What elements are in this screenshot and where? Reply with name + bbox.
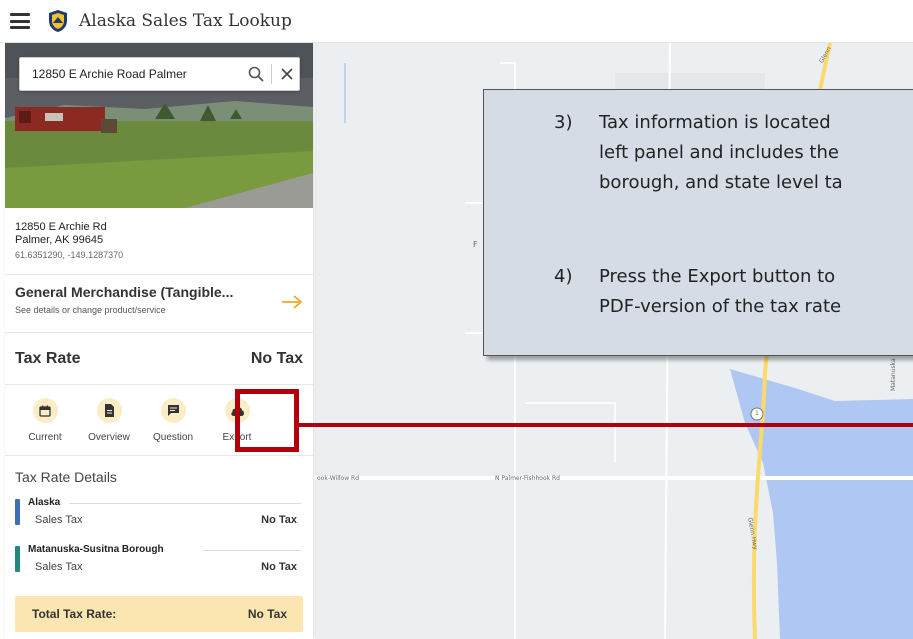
product-selector[interactable]: General Merchandise (Tangible... See det… xyxy=(5,275,313,333)
annotation-connector-line xyxy=(299,423,913,427)
map-label-f: F xyxy=(473,240,478,249)
road-label-willow: ook-Willow Rd xyxy=(317,475,360,482)
step-number: 3) xyxy=(554,112,573,133)
chat-icon xyxy=(160,398,186,423)
address-line-2: Palmer, AK 99645 xyxy=(15,234,104,246)
top-bar: Alaska Sales Tax Lookup xyxy=(0,0,913,43)
overview-button[interactable]: Overview xyxy=(77,385,141,455)
export-label: Export xyxy=(222,432,252,443)
hamburger-menu-icon[interactable] xyxy=(10,13,30,29)
search-icon[interactable] xyxy=(244,62,268,86)
jurisdiction-color-bar xyxy=(15,499,20,525)
alaska-seal-logo-icon xyxy=(49,10,67,32)
cloud-download-icon xyxy=(224,398,250,423)
tax-rate-label: Tax Rate xyxy=(15,349,81,367)
step-text-line: left panel and includes the xyxy=(599,142,839,163)
address-search-input[interactable] xyxy=(20,67,244,81)
jurisdiction-color-bar xyxy=(15,546,20,572)
product-name: General Merchandise (Tangible... xyxy=(15,284,234,300)
address-search-box[interactable] xyxy=(19,57,300,91)
tax-rate-details-heading: Tax Rate Details xyxy=(15,469,117,485)
jurisdiction-tax-value: No Tax xyxy=(261,514,297,526)
jurisdiction-name: Matanuska-Susitna Borough xyxy=(28,544,164,555)
tax-rate-value: No Tax xyxy=(250,349,303,367)
question-button[interactable]: Question xyxy=(141,385,205,455)
road-label-fishhook: N Palmer-Fishhook Rd xyxy=(495,475,560,482)
calendar-icon xyxy=(32,398,58,423)
address-line-1: 12850 E Archie Rd xyxy=(15,221,107,233)
tax-rate-summary: Tax Rate No Tax xyxy=(5,333,313,385)
jurisdiction-tax-value: No Tax xyxy=(261,561,297,573)
address-block: 12850 E Archie Rd Palmer, AK 99645 61.63… xyxy=(5,208,313,275)
step-text-line: Press the Export button to xyxy=(599,266,836,287)
highway-shield-label: 1 xyxy=(755,410,759,417)
address-coordinates: 61.6351290, -149.1287370 xyxy=(15,250,124,260)
overview-label: Overview xyxy=(88,432,130,443)
jurisdiction-tax-label: Sales Tax xyxy=(35,561,83,573)
document-icon xyxy=(96,398,122,423)
jurisdiction-alaska: Alaska Sales Tax No Tax xyxy=(15,496,301,543)
jurisdiction-name: Alaska xyxy=(28,497,61,508)
jurisdiction-matanuska-susitna: Matanuska-Susitna Borough Sales Tax No T… xyxy=(15,543,301,590)
step-text-line: PDF-version of the tax rate xyxy=(599,296,842,317)
app-title: Alaska Sales Tax Lookup xyxy=(79,11,292,31)
question-label: Question xyxy=(152,432,194,443)
jurisdiction-tax-label: Sales Tax xyxy=(35,514,83,526)
export-button[interactable]: Export xyxy=(205,385,269,455)
step-text-line: borough, and state level ta xyxy=(599,172,843,193)
jurisdiction-divider xyxy=(69,503,301,504)
street-view-photo xyxy=(5,43,313,208)
arrow-right-icon[interactable] xyxy=(281,295,303,309)
total-tax-rate-value: No Tax xyxy=(247,607,287,621)
side-panel: 12850 E Archie Rd Palmer, AK 99645 61.63… xyxy=(5,43,313,639)
product-subtitle: See details or change product/service xyxy=(15,305,166,315)
road-local xyxy=(525,402,616,463)
current-label: Current xyxy=(28,432,62,443)
total-tax-rate-label: Total Tax Rate: xyxy=(32,607,117,621)
total-tax-rate-row: Total Tax Rate: No Tax xyxy=(15,596,303,632)
current-button[interactable]: Current xyxy=(13,385,77,455)
jurisdiction-divider xyxy=(203,550,301,551)
search-divider xyxy=(271,64,272,84)
step-number: 4) xyxy=(554,266,573,287)
step-text-line: Tax information is located xyxy=(599,112,831,133)
instruction-callout: 3) Tax information is located left panel… xyxy=(483,89,913,356)
road-label-matanuska: Matanuska xyxy=(890,358,897,391)
close-icon[interactable] xyxy=(275,62,299,86)
action-bar: Current Overview Question Export xyxy=(5,385,313,456)
